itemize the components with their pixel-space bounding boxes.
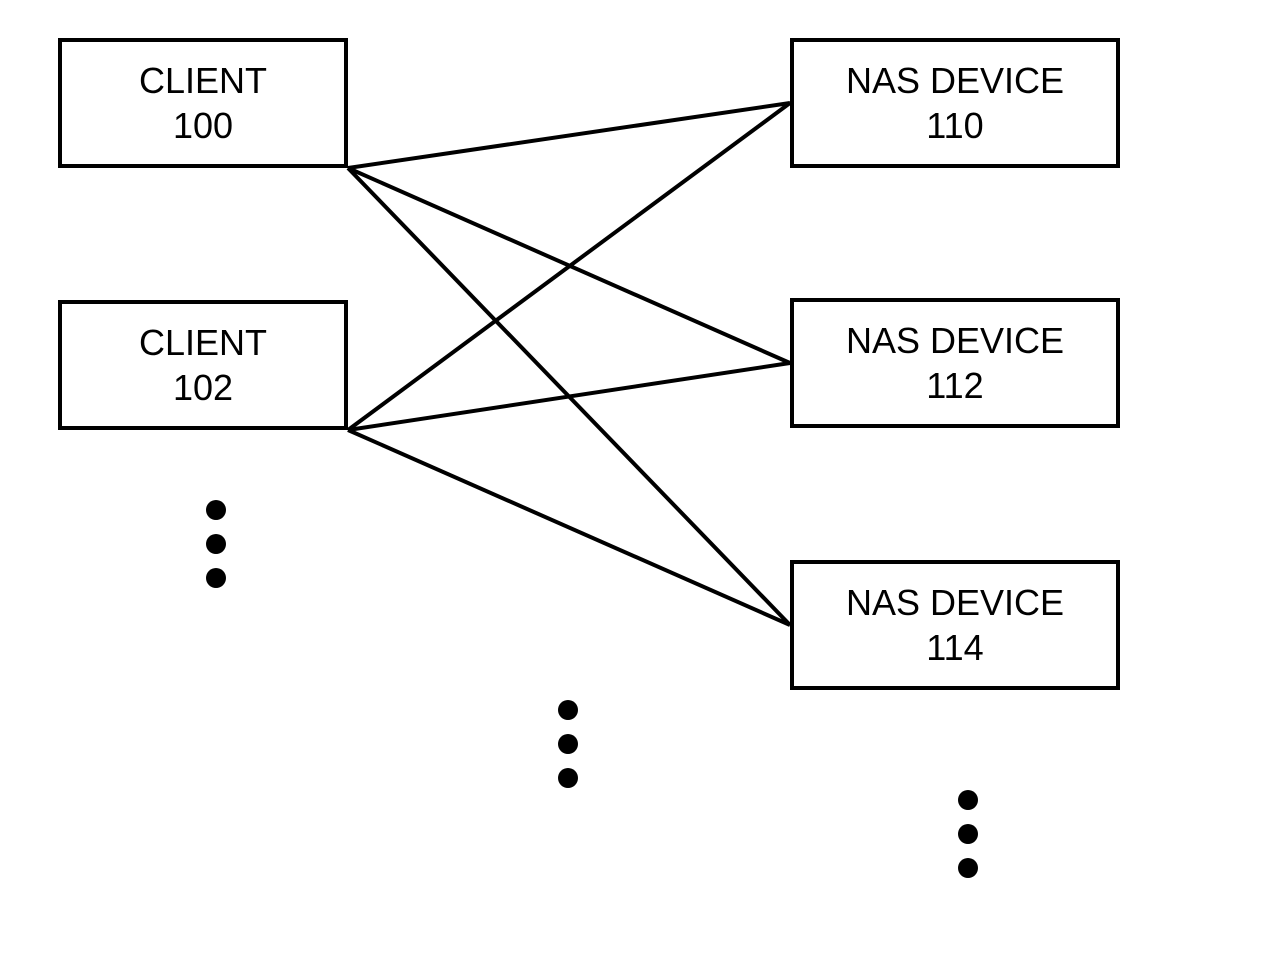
client-102-box: CLIENT 102 — [58, 300, 348, 430]
ellipsis-clients-icon — [206, 500, 226, 588]
client-102-number: 102 — [173, 365, 233, 410]
connection-line — [348, 103, 790, 430]
ellipsis-nas-icon — [958, 790, 978, 878]
client-100-label: CLIENT — [139, 58, 267, 103]
client-102-label: CLIENT — [139, 320, 267, 365]
nas-110-number: 110 — [926, 103, 983, 148]
nas-114-label: NAS DEVICE — [846, 580, 1064, 625]
connection-line — [348, 363, 790, 430]
connection-line — [348, 103, 790, 168]
connection-line — [348, 168, 790, 625]
nas-110-label: NAS DEVICE — [846, 58, 1064, 103]
nas-112-label: NAS DEVICE — [846, 318, 1064, 363]
client-100-box: CLIENT 100 — [58, 38, 348, 168]
connection-line — [348, 430, 790, 625]
nas-110-box: NAS DEVICE 110 — [790, 38, 1120, 168]
nas-114-box: NAS DEVICE 114 — [790, 560, 1120, 690]
nas-112-number: 112 — [926, 363, 983, 408]
ellipsis-connections-icon — [558, 700, 578, 788]
nas-112-box: NAS DEVICE 112 — [790, 298, 1120, 428]
client-100-number: 100 — [173, 103, 233, 148]
connection-line — [348, 168, 790, 363]
nas-114-number: 114 — [926, 625, 983, 670]
diagram-canvas: CLIENT 100 CLIENT 102 NAS DEVICE 110 NAS… — [0, 0, 1261, 961]
